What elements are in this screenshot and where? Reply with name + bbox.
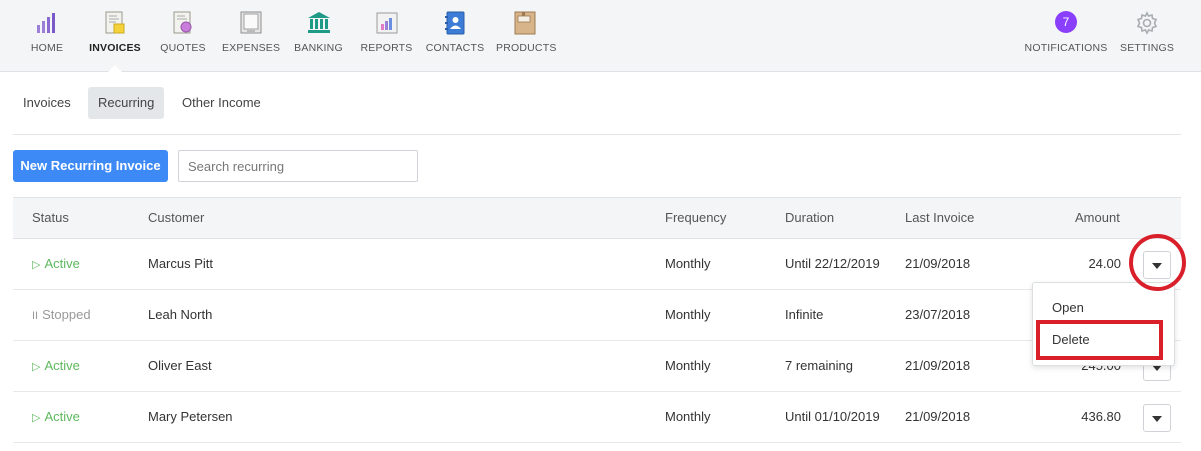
nav-settings[interactable]: SETTINGS <box>1120 0 1174 72</box>
nav-notifications[interactable]: 7 NOTIFICATIONS <box>1024 0 1108 72</box>
customer-cell: Leah North <box>148 307 213 322</box>
nav-expenses-label: EXPENSES <box>222 42 281 54</box>
last-invoice-cell: 21/09/2018 <box>905 409 971 424</box>
nav-invoices-label: INVOICES <box>89 42 141 54</box>
section-divider <box>13 134 1181 135</box>
last-invoice-cell: 21/09/2018 <box>905 358 971 373</box>
header-last-invoice[interactable]: Last Invoice <box>905 198 974 238</box>
bar-chart-icon <box>37 13 55 33</box>
tab-recurring[interactable]: Recurring <box>88 87 165 119</box>
nav-home[interactable]: HOME <box>22 0 72 72</box>
nav-banking-label: BANKING <box>294 42 343 54</box>
status-text: Active <box>44 256 80 271</box>
status-text: Active <box>44 409 80 424</box>
gear-icon <box>1136 11 1158 35</box>
frequency-cell: Monthly <box>665 409 711 424</box>
header-amount[interactable]: Amount <box>1075 198 1120 238</box>
nav-products-label: PRODUCTS <box>496 42 557 54</box>
duration-cell: Until 01/10/2019 <box>785 409 880 424</box>
search-recurring-input[interactable] <box>178 150 418 182</box>
table-row[interactable]: II Stopped Leah North Monthly Infinite 23… <box>13 290 1181 341</box>
customer-cell: Mary Petersen <box>148 409 233 424</box>
play-icon: ▷ <box>32 361 41 373</box>
duration-cell: 7 remaining <box>785 358 853 373</box>
nav-notifications-label: NOTIFICATIONS <box>1024 42 1108 54</box>
pause-icon: II <box>32 310 39 322</box>
play-icon: ▷ <box>32 259 41 271</box>
tab-invoices[interactable]: Invoices <box>13 87 81 119</box>
amount-cell: 436.80 <box>1081 409 1121 424</box>
frequency-cell: Monthly <box>665 307 711 322</box>
nav-settings-label: SETTINGS <box>1120 42 1175 54</box>
table-row[interactable]: ▷ Active Oliver East Monthly 7 remaining … <box>13 341 1181 392</box>
customer-cell: Marcus Pitt <box>148 256 214 271</box>
status-cell: ▷ Active <box>32 341 80 391</box>
active-tab-indicator <box>107 65 123 73</box>
bank-icon <box>307 12 330 33</box>
nav-quotes-label: QUOTES <box>160 42 206 54</box>
header-duration[interactable]: Duration <box>785 198 834 238</box>
top-navigation: HOME INVOICES QUOTES EXPENSES BANKING RE… <box>0 0 1201 73</box>
quote-document-icon <box>173 11 192 34</box>
highlight-rectangle-annotation <box>1036 320 1163 360</box>
status-cell: ▷ Active <box>32 239 80 289</box>
notification-count-badge: 7 <box>1055 11 1077 33</box>
new-recurring-invoice-button[interactable]: New Recurring Invoice <box>13 150 168 182</box>
caret-down-icon <box>1152 416 1162 422</box>
nav-contacts-label: CONTACTS <box>425 42 485 54</box>
nav-expenses[interactable]: EXPENSES <box>222 0 280 72</box>
nav-quotes[interactable]: QUOTES <box>156 0 210 72</box>
status-cell: ▷ Active <box>32 392 80 442</box>
row-actions-dropdown[interactable] <box>1143 404 1171 432</box>
last-invoice-cell: 21/09/2018 <box>905 256 971 271</box>
tab-other-income[interactable]: Other Income <box>172 87 271 119</box>
receipt-icon <box>240 11 262 34</box>
product-box-icon <box>514 11 536 35</box>
table-row[interactable]: ▷ Active Mary Petersen Monthly Until 01/1… <box>13 392 1181 443</box>
header-customer[interactable]: Customer <box>148 198 204 238</box>
nav-reports-label: REPORTS <box>360 42 413 54</box>
highlight-circle-annotation <box>1129 234 1186 291</box>
duration-cell: Until 22/12/2019 <box>785 256 880 271</box>
play-icon: ▷ <box>32 412 41 424</box>
report-chart-icon <box>376 12 397 34</box>
nav-banking[interactable]: BANKING <box>291 0 346 72</box>
status-text: Stopped <box>42 307 91 322</box>
duration-cell: Infinite <box>785 307 824 322</box>
header-status[interactable]: Status <box>32 198 69 238</box>
status-text: Active <box>44 358 80 373</box>
nav-home-label: HOME <box>30 42 64 54</box>
frequency-cell: Monthly <box>665 358 711 373</box>
last-invoice-cell: 23/07/2018 <box>905 307 971 322</box>
table-row[interactable]: ▷ Active Marcus Pitt Monthly Until 22/12/… <box>13 239 1181 290</box>
status-cell: II Stopped <box>32 290 91 340</box>
frequency-cell: Monthly <box>665 256 711 271</box>
nav-contacts[interactable]: CONTACTS <box>425 0 485 72</box>
address-book-icon <box>445 11 465 35</box>
customer-cell: Oliver East <box>148 358 212 373</box>
nav-invoices[interactable]: INVOICES <box>85 0 145 73</box>
nav-products[interactable]: PRODUCTS <box>496 0 557 72</box>
header-frequency[interactable]: Frequency <box>665 198 726 238</box>
nav-reports[interactable]: REPORTS <box>359 0 414 72</box>
invoice-document-icon <box>105 11 125 34</box>
table-header: Status Customer Frequency Duration Last … <box>13 197 1181 239</box>
